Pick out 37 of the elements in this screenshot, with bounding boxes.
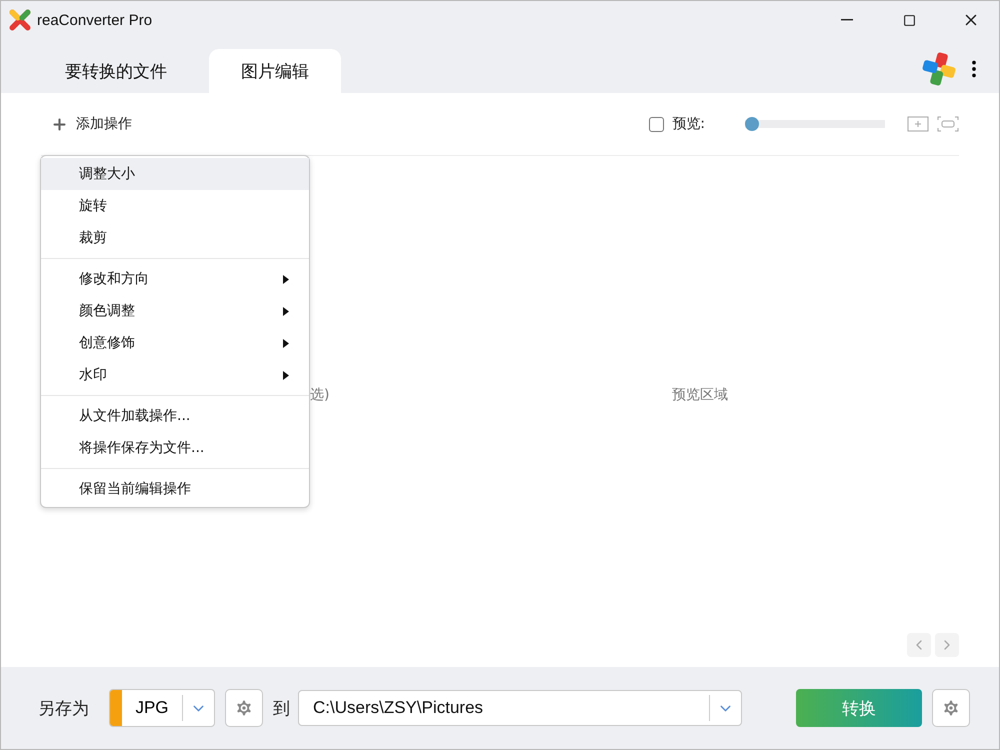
fit-screen-icon[interactable]	[937, 115, 959, 133]
menu-item[interactable]: 裁剪	[41, 222, 309, 254]
preview-checkbox[interactable]	[649, 116, 664, 132]
plus-icon	[51, 116, 68, 132]
tab[interactable]: 要转换的文件	[33, 49, 199, 93]
gear-icon	[234, 698, 254, 718]
preview-area-hint: 预览区域	[671, 386, 729, 404]
maximize-icon	[902, 14, 916, 26]
zoom-slider[interactable]	[745, 117, 885, 131]
window-title: reaConverter Pro	[37, 12, 154, 28]
operations-hint: 选)	[309, 386, 330, 404]
output-path-field[interactable]: C:\Users\ZSY\Pictures	[298, 690, 742, 726]
menu-item[interactable]: 旋转	[41, 190, 309, 222]
to-label: 到	[273, 698, 290, 720]
menu-item[interactable]: 颜色调整	[41, 295, 309, 327]
menu-item[interactable]: 水印	[41, 359, 309, 391]
menu-item[interactable]: 将操作保存为文件...	[41, 432, 309, 464]
menu-item[interactable]: 创意修饰	[41, 327, 309, 359]
menu-item[interactable]: 保留当前编辑操作	[41, 473, 309, 505]
save-as-label: 另存为	[38, 698, 89, 720]
app-logo-icon	[9, 9, 31, 31]
menu-item[interactable]: 修改和方向	[41, 263, 309, 295]
next-button[interactable]	[935, 633, 959, 657]
add-operation-button[interactable]: 添加操作	[41, 115, 142, 133]
tab[interactable]: 图片编辑	[209, 49, 341, 93]
zoom-in-icon[interactable]	[907, 115, 929, 133]
colorful-logo-icon	[921, 51, 957, 87]
format-select[interactable]: JPG	[109, 689, 215, 727]
minimize-icon	[841, 19, 853, 21]
previous-button[interactable]	[907, 633, 931, 657]
format-settings-button[interactable]	[225, 689, 263, 727]
settings-button[interactable]	[932, 689, 970, 727]
preview-label: 预览:	[672, 115, 705, 133]
slider-thumb[interactable]	[745, 117, 759, 131]
gear-icon	[941, 698, 961, 718]
menu-item[interactable]: 从文件加载操作...	[41, 400, 309, 432]
menu-item[interactable]: 调整大小	[41, 158, 309, 190]
